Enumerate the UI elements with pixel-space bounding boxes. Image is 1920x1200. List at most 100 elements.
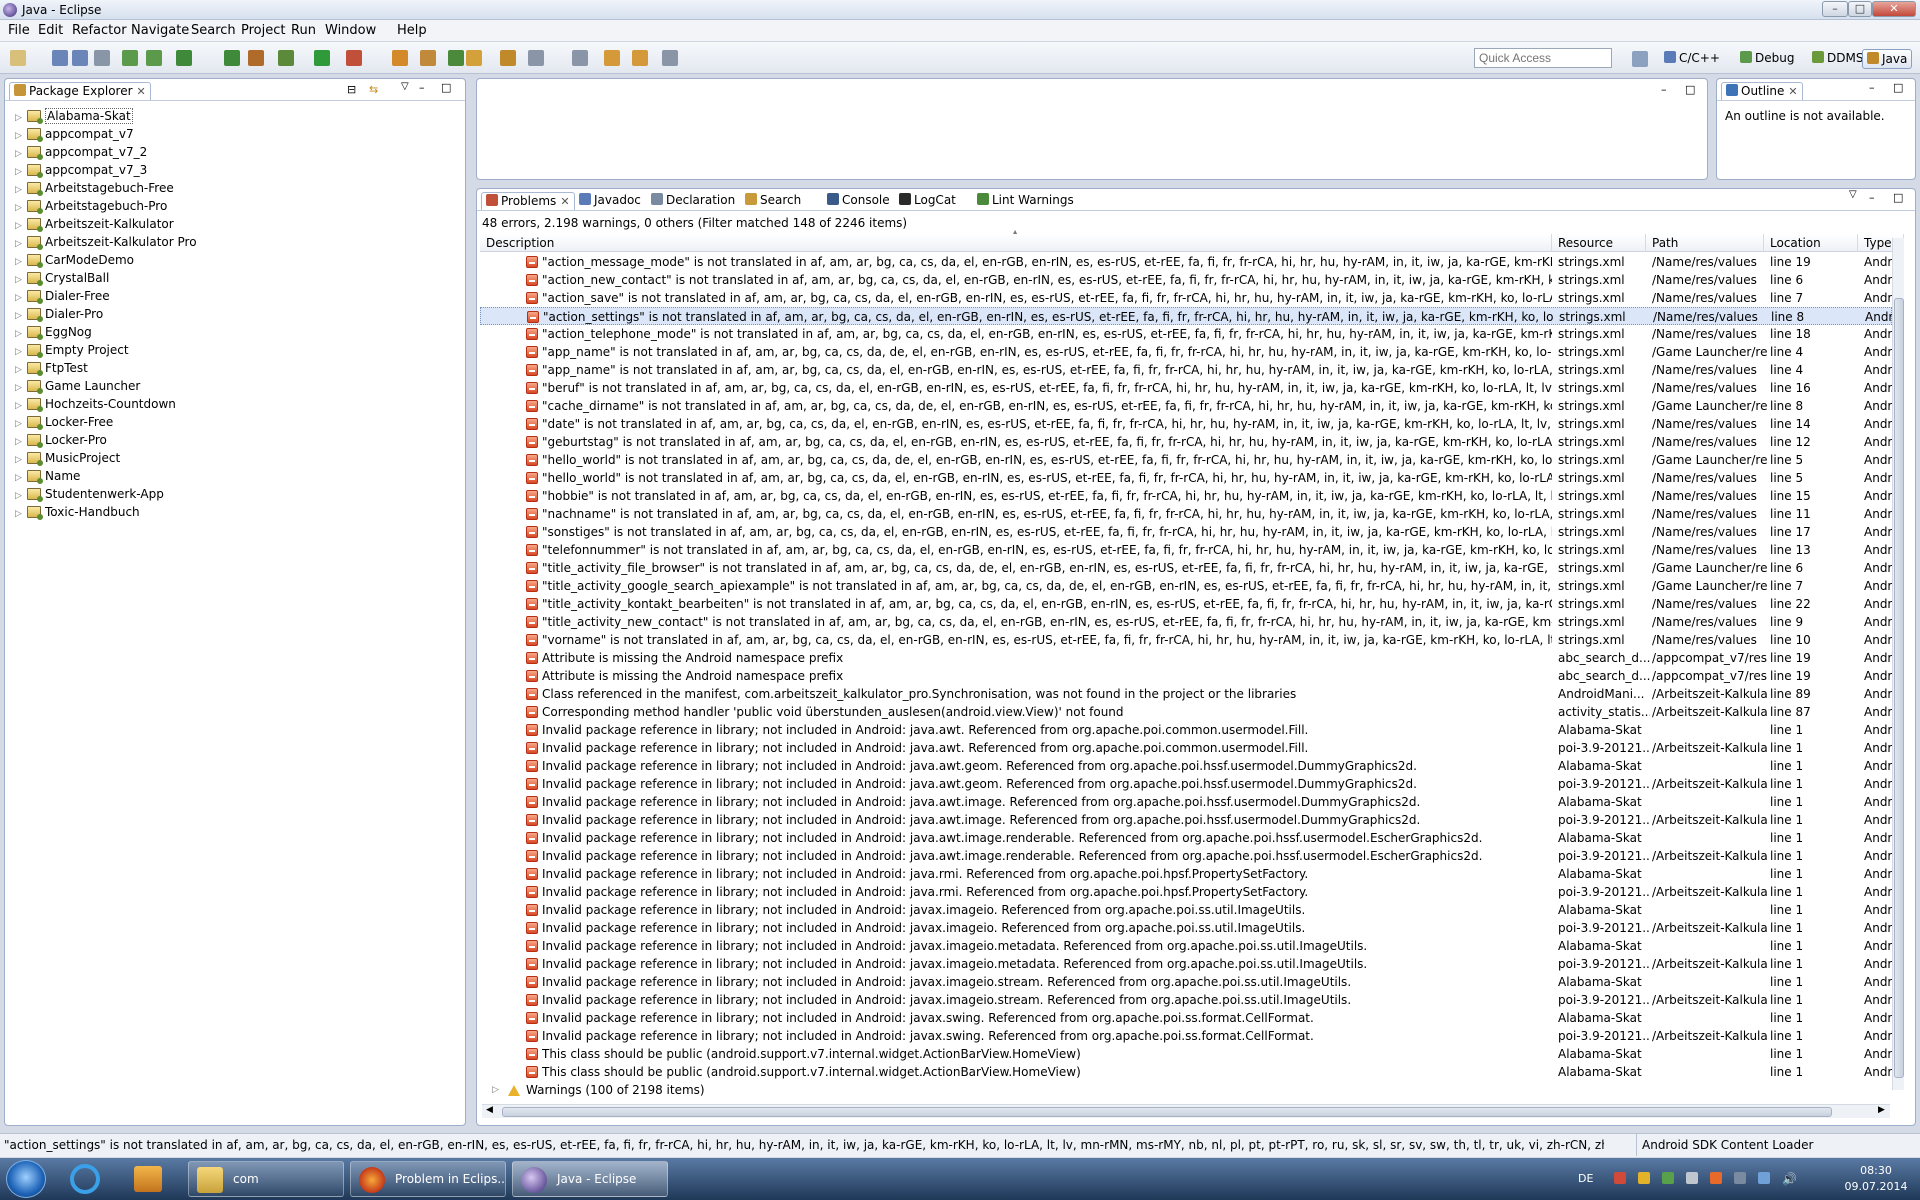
new-java-project-icon[interactable]	[392, 50, 408, 66]
warnings-group-row[interactable]: ▷ Warnings (100 of 2198 items)	[480, 1081, 1892, 1099]
minimize-button[interactable]: –	[1822, 1, 1848, 17]
table-row[interactable]: "title_activity_file_browser" is not tra…	[480, 559, 1903, 577]
column-path[interactable]: Path	[1646, 234, 1764, 252]
view-menu-icon[interactable]: ▽	[1849, 189, 1857, 200]
tab-outline[interactable]: Outline ✕	[1721, 82, 1803, 100]
vertical-scroll-thumb[interactable]	[1894, 298, 1904, 1078]
link-with-editor-icon[interactable]: ⇆	[369, 83, 378, 96]
maximize-view-icon[interactable]: □	[1893, 81, 1903, 94]
open-type-icon[interactable]	[466, 50, 482, 66]
next-annotation-icon[interactable]	[528, 50, 544, 66]
save-all-icon[interactable]	[72, 50, 88, 66]
table-row[interactable]: "title_activity_google_search_apiexample…	[480, 577, 1903, 595]
tree-item-project[interactable]: ▷ appcompat_v7_2	[15, 143, 147, 161]
table-row[interactable]: Invalid package reference in library; no…	[480, 955, 1903, 973]
table-row[interactable]: "action_new_contact" is not translated i…	[480, 271, 1903, 289]
tree-item-project[interactable]: ▷ CrystalBall	[15, 269, 109, 287]
column-description[interactable]: Description	[480, 234, 1552, 252]
scroll-left-icon[interactable]: ◀	[486, 1105, 493, 1115]
tree-item-project[interactable]: ▷ Arbeitstagebuch-Pro	[15, 197, 167, 215]
print-icon[interactable]	[94, 50, 110, 66]
forward-icon[interactable]	[632, 50, 648, 66]
close-icon[interactable]: ✕	[1788, 85, 1797, 98]
view-menu-icon[interactable]: ▽	[401, 81, 409, 92]
column-location[interactable]: Location	[1764, 234, 1858, 252]
tree-item-project[interactable]: ▷ Alabama-Skat	[15, 107, 133, 125]
table-row[interactable]: "action_message_mode" is not translated …	[480, 253, 1903, 271]
tree-item-project[interactable]: ▷ appcompat_v7_3	[15, 161, 147, 179]
table-row[interactable]: "sonstiges" is not translated in af, am,…	[480, 523, 1903, 541]
table-row[interactable]: Invalid package reference in library; no…	[480, 739, 1903, 757]
menu-file[interactable]: File	[8, 23, 30, 38]
table-row[interactable]: Invalid package reference in library; no…	[480, 757, 1903, 775]
horizontal-scrollbar[interactable]: ◀ ▶	[482, 1104, 1890, 1118]
table-row[interactable]: Invalid package reference in library; no…	[480, 721, 1903, 739]
table-row[interactable]: "vorname" is not translated in af, am, a…	[480, 631, 1903, 649]
close-button[interactable]: ✕	[1872, 1, 1916, 17]
language-indicator[interactable]: DE	[1578, 1172, 1593, 1185]
table-row[interactable]: Invalid package reference in library; no…	[480, 793, 1903, 811]
new-package-icon[interactable]	[420, 50, 436, 66]
tray-antivirus-icon[interactable]	[1614, 1172, 1626, 1184]
table-row[interactable]: "telefonnummer" is not translated in af,…	[480, 541, 1903, 559]
table-row[interactable]: "action_save" is not translated in af, a…	[480, 289, 1903, 307]
expand-arrow-icon[interactable]: ▷	[492, 1081, 499, 1099]
table-row[interactable]: Invalid package reference in library; no…	[480, 865, 1903, 883]
perspective-debug-button[interactable]: Debug	[1736, 49, 1798, 69]
table-row[interactable]: This class should be public (android.sup…	[480, 1063, 1903, 1081]
tab-javadoc[interactable]: Javadoc	[575, 192, 645, 210]
tray-wifi-icon[interactable]	[1758, 1172, 1770, 1184]
tab-console[interactable]: Console	[823, 192, 894, 210]
table-row[interactable]: "date" is not translated in af, am, ar, …	[480, 415, 1903, 433]
table-row[interactable]: Invalid package reference in library; no…	[480, 937, 1903, 955]
tab-search[interactable]: Search	[741, 192, 805, 210]
tray-usb-icon[interactable]	[1734, 1172, 1746, 1184]
back-icon[interactable]	[604, 50, 620, 66]
taskbar-item-firefox[interactable]: Problem in Eclips...	[350, 1161, 506, 1197]
close-icon[interactable]: ✕	[137, 85, 146, 98]
search-icon[interactable]	[500, 50, 516, 66]
tree-item-project[interactable]: ▷ Game Launcher	[15, 377, 140, 395]
tree-item-project[interactable]: ▷ Hochzeits-Countdown	[15, 395, 176, 413]
table-row[interactable]: Class referenced in the manifest, com.ar…	[480, 685, 1903, 703]
column-resource[interactable]: Resource	[1552, 234, 1646, 252]
maximize-view-icon[interactable]: □	[1685, 83, 1695, 96]
tree-item-project[interactable]: ▷ Name	[15, 467, 80, 485]
table-row[interactable]: "nachname" is not translated in af, am, …	[480, 505, 1903, 523]
table-row[interactable]: "hobbie" is not translated in af, am, ar…	[480, 487, 1903, 505]
tray-flag-icon[interactable]	[1686, 1172, 1698, 1184]
vertical-scrollbar[interactable]	[1892, 238, 1904, 1090]
minimize-view-icon[interactable]: –	[1661, 83, 1667, 96]
table-row[interactable]: Corresponding method handler 'public voi…	[480, 703, 1903, 721]
import-icon[interactable]	[122, 50, 138, 66]
tree-item-project[interactable]: ▷ Toxic-Handbuch	[15, 503, 140, 521]
table-row[interactable]: Invalid package reference in library; no…	[480, 1009, 1903, 1027]
horizontal-scroll-thumb[interactable]	[502, 1107, 1832, 1117]
build-icon[interactable]	[176, 50, 192, 66]
table-row[interactable]: Invalid package reference in library; no…	[480, 991, 1903, 1009]
table-row[interactable]: "title_activity_new_contact" is not tran…	[480, 613, 1903, 631]
tray-app-icon[interactable]	[1638, 1172, 1650, 1184]
tree-item-project[interactable]: ▷ Arbeitszeit-Kalkulator	[15, 215, 174, 233]
tree-item-project[interactable]: ▷ Studentenwerk-App	[15, 485, 164, 503]
table-row[interactable]: "hello_world" is not translated in af, a…	[480, 451, 1903, 469]
perspective-cc-button[interactable]: C/C++	[1660, 49, 1724, 69]
tab-declaration[interactable]: Declaration	[647, 192, 739, 210]
menu-refactor[interactable]: Refactor	[72, 23, 127, 38]
tree-item-project[interactable]: ▷ Locker-Pro	[15, 431, 107, 449]
build-all-icon[interactable]	[224, 50, 240, 66]
maximize-view-icon[interactable]: □	[1893, 191, 1903, 204]
start-button[interactable]	[6, 1160, 46, 1198]
table-row[interactable]: Attribute is missing the Android namespa…	[480, 649, 1903, 667]
save-icon[interactable]	[52, 50, 68, 66]
pin-editor-icon[interactable]	[662, 50, 678, 66]
menu-project[interactable]: Project	[241, 23, 285, 38]
table-row[interactable]: "app_name" is not translated in af, am, …	[480, 361, 1903, 379]
clock-date[interactable]: 09.07.2014	[1836, 1180, 1916, 1193]
clock-time[interactable]: 08:30	[1846, 1164, 1906, 1177]
minimize-view-icon[interactable]: –	[419, 81, 425, 94]
export-icon[interactable]	[146, 50, 162, 66]
external-tools-icon[interactable]	[346, 50, 362, 66]
expand-arrow-icon[interactable]: ▷	[15, 505, 25, 523]
table-row[interactable]: Invalid package reference in library; no…	[480, 829, 1903, 847]
